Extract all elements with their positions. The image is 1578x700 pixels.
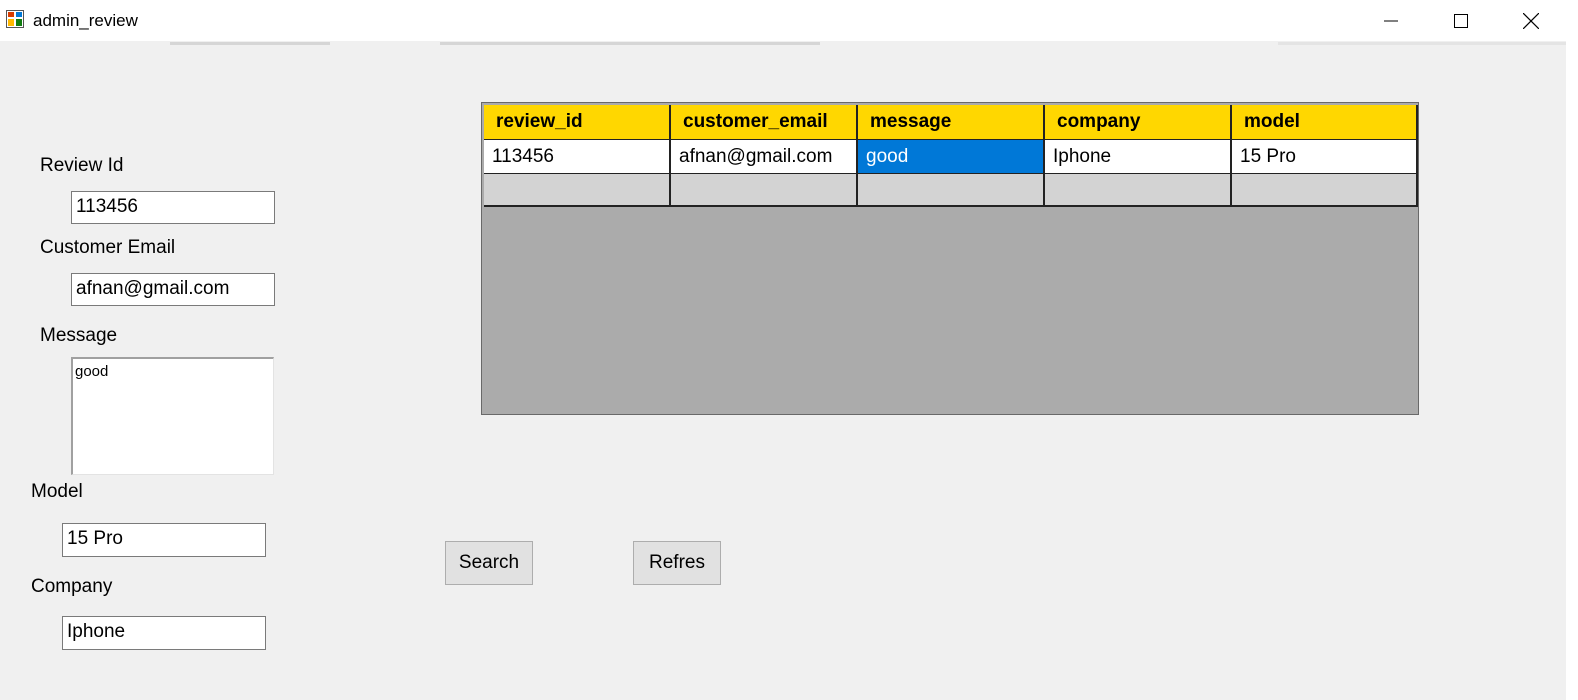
background-artifact <box>170 42 330 45</box>
new-row-cell[interactable] <box>484 173 671 207</box>
window-title: admin_review <box>33 11 138 30</box>
cell-model[interactable]: 15 Pro <box>1232 139 1418 173</box>
cell-message-selected[interactable]: good <box>858 139 1045 173</box>
window-right-edge <box>1566 0 1578 700</box>
maximize-button[interactable] <box>1426 0 1496 41</box>
background-artifact <box>1278 42 1566 45</box>
column-header-message[interactable]: message <box>858 105 1045 139</box>
column-header-customer-email[interactable]: customer_email <box>671 105 858 139</box>
title-bar: admin_review <box>0 0 1566 41</box>
model-label: Model <box>31 481 83 502</box>
column-header-model[interactable]: model <box>1232 105 1418 139</box>
column-header-company[interactable]: company <box>1045 105 1232 139</box>
company-label: Company <box>31 576 113 597</box>
minimize-button[interactable] <box>1356 0 1426 41</box>
model-input[interactable]: 15 Pro <box>62 523 266 557</box>
cell-review-id[interactable]: 113456 <box>484 139 671 173</box>
table-row[interactable]: 113456 afnan@gmail.com good Iphone 15 Pr… <box>484 139 1418 173</box>
new-row[interactable] <box>484 173 1418 207</box>
review-id-input[interactable]: 113456 <box>71 191 275 224</box>
customer-email-label: Customer Email <box>40 237 176 258</box>
company-input[interactable]: Iphone <box>62 616 266 650</box>
new-row-cell[interactable] <box>1045 173 1232 207</box>
reviews-grid[interactable]: review_id customer_email message company… <box>481 102 1419 415</box>
new-row-cell[interactable] <box>671 173 858 207</box>
search-button[interactable]: Search <box>445 541 533 585</box>
close-icon <box>1523 12 1539 29</box>
message-textarea[interactable]: good <box>71 357 274 475</box>
refresh-button[interactable]: Refres <box>633 541 721 585</box>
close-button[interactable] <box>1496 0 1566 41</box>
message-label: Message <box>40 325 118 346</box>
minimize-icon <box>1384 20 1398 21</box>
new-row-cell[interactable] <box>858 173 1045 207</box>
cell-customer-email[interactable]: afnan@gmail.com <box>671 139 858 173</box>
maximize-icon <box>1454 13 1468 28</box>
review-id-label: Review Id <box>40 155 124 176</box>
customer-email-input[interactable]: afnan@gmail.com <box>71 273 275 306</box>
grid-header-row: review_id customer_email message company… <box>484 105 1418 139</box>
new-row-cell[interactable] <box>1232 173 1418 207</box>
background-artifact <box>440 42 820 45</box>
cell-company[interactable]: Iphone <box>1045 139 1232 173</box>
app-icon <box>6 10 24 28</box>
column-header-review-id[interactable]: review_id <box>484 105 671 139</box>
